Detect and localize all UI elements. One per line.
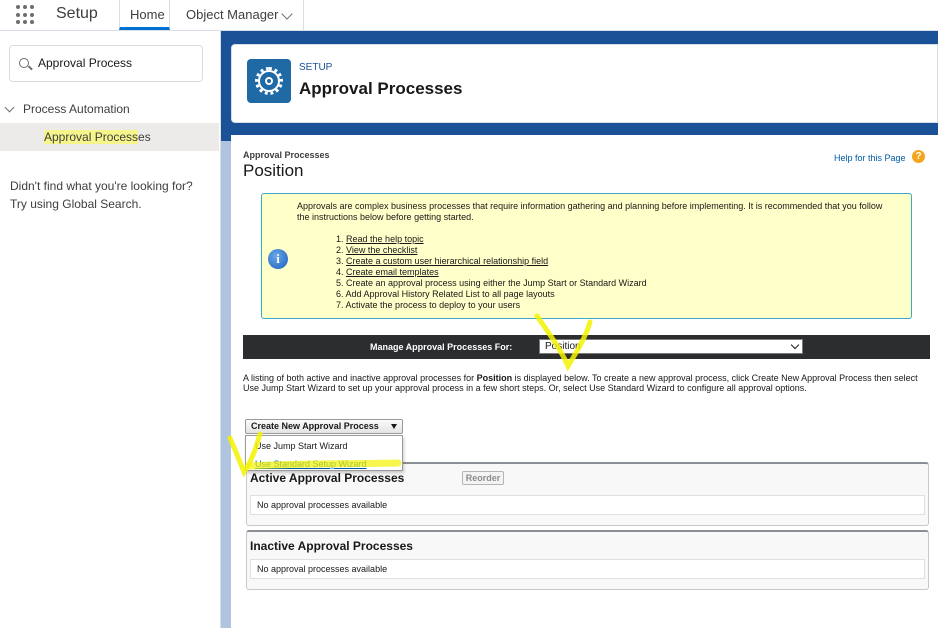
search-hint: Didn't find what you're looking for? Try…	[10, 177, 193, 213]
manage-bar: Manage Approval Processes For: Position	[243, 335, 930, 359]
tab-home-label: Home	[130, 7, 165, 22]
main-content: Approval Processes Position Help for thi…	[231, 135, 938, 628]
list-item: 6. Add Approval History Related List to …	[336, 289, 555, 299]
setup-sidebar: Process Automation Approval Processes Di…	[0, 31, 221, 628]
hint-line-1: Didn't find what you're looking for?	[10, 179, 193, 193]
chevron-down-icon	[790, 340, 800, 350]
page-title: Approval Processes	[299, 79, 463, 98]
empty-message: No approval processes available	[250, 559, 925, 579]
manage-label: Manage Approval Processes For:	[370, 342, 513, 352]
gear-icon	[255, 67, 283, 95]
help-topic-link[interactable]: Read the help topic	[346, 234, 424, 244]
setup-gear-tile	[247, 59, 291, 103]
tree-item-label: Approval Processes	[44, 130, 151, 144]
info-intro: Approvals are complex business processes…	[297, 201, 883, 222]
panel-title: Inactive Approval Processes	[250, 539, 413, 553]
email-templates-link[interactable]: Create email templates	[346, 267, 439, 277]
page-header: SETUP Approval Processes	[231, 44, 938, 123]
menu-item-jump-start-wizard[interactable]: Use Jump Start Wizard	[255, 441, 348, 451]
help-link[interactable]: Help for this Page	[834, 153, 906, 163]
active-approval-processes-panel: Active Approval Processes Reorder No app…	[246, 462, 929, 526]
list-item: 7. Activate the process to deploy to you…	[336, 300, 521, 310]
chevron-down-icon[interactable]	[281, 8, 293, 20]
checklist-link[interactable]: View the checklist	[346, 245, 417, 255]
hint-line-2: Try using Global Search.	[10, 197, 142, 211]
empty-message: No approval processes available	[250, 495, 925, 515]
chevron-down-icon[interactable]	[4, 102, 15, 113]
create-menu: Use Jump Start Wizard Use Standard Setup…	[245, 435, 403, 471]
tab-object-manager-label: Object Manager	[186, 7, 279, 22]
menu-item-standard-setup-wizard[interactable]: Use Standard Setup Wizard	[255, 459, 367, 469]
inactive-approval-processes-panel: Inactive Approval Processes No approval …	[246, 530, 929, 590]
object-select[interactable]: Position	[539, 339, 803, 354]
app-name: Setup	[56, 5, 98, 22]
panel-title: Active Approval Processes	[250, 471, 405, 485]
help-icon[interactable]: ?	[912, 150, 925, 163]
list-item[interactable]: 3. Create a custom user hierarchical rel…	[336, 256, 647, 267]
tree-item-label: Process Automation	[23, 102, 130, 116]
quick-find-box	[9, 45, 203, 82]
tree-item-approval-processes[interactable]: Approval Processes	[0, 123, 219, 151]
object-title: Position	[243, 161, 304, 180]
info-icon: i	[268, 249, 288, 269]
reorder-button[interactable]: Reorder	[462, 471, 504, 485]
hierarchy-field-link[interactable]: Create a custom user hierarchical relati…	[346, 256, 548, 266]
listing-description: A listing of both active and inactive ap…	[243, 373, 918, 393]
breadcrumb: Approval Processes	[243, 150, 330, 160]
caret-down-icon	[391, 424, 397, 429]
header-eyebrow: SETUP	[299, 62, 333, 73]
tab-home[interactable]: Home	[119, 0, 170, 30]
tab-object-manager[interactable]: Object Manager	[176, 0, 304, 30]
object-select-value: Position	[545, 341, 581, 352]
app-launcher-icon[interactable]	[16, 5, 36, 25]
steps-list: 1. Read the help topic 2. View the check…	[336, 234, 647, 311]
list-item[interactable]: 1. Read the help topic	[336, 234, 647, 245]
info-box: i Approvals are complex business process…	[261, 193, 912, 319]
quick-find-input[interactable]	[38, 54, 188, 72]
list-item: 5. Create an approval process using eith…	[336, 278, 647, 288]
list-item[interactable]: 4. Create email templates	[336, 267, 647, 278]
search-icon	[19, 58, 29, 68]
global-header: Setup Home Object Manager	[0, 0, 938, 31]
list-item[interactable]: 2. View the checklist	[336, 245, 647, 256]
create-button-label: Create New Approval Process	[251, 421, 379, 431]
tree-item-process-automation[interactable]: Process Automation	[0, 101, 219, 117]
create-new-approval-process-button[interactable]: Create New Approval Process	[245, 419, 403, 434]
